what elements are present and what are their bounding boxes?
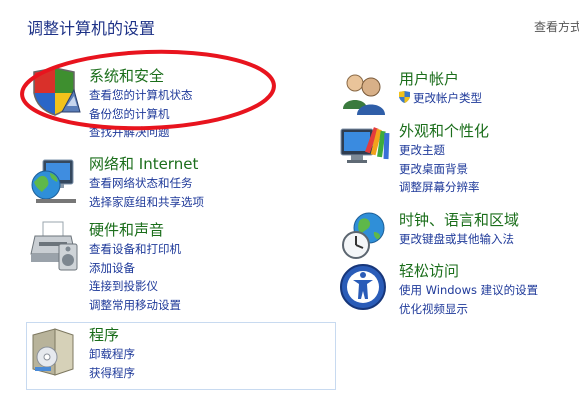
link-devices-printers[interactable]: 查看设备和打印机	[89, 240, 181, 259]
link-network-status[interactable]: 查看网络状态和任务	[89, 174, 204, 193]
category-title-user-accounts[interactable]: 用户帐户	[399, 69, 482, 89]
category-title-system-security[interactable]: 系统和安全	[89, 66, 193, 86]
link-troubleshoot[interactable]: 查找并解决问题	[89, 123, 193, 142]
link-optimize-display[interactable]: 优化视频显示	[399, 300, 538, 319]
category-title-clock-language-region[interactable]: 时钟、语言和区域	[399, 210, 519, 230]
network-globe-icon[interactable]	[29, 154, 81, 206]
clock-globe-icon[interactable]	[339, 210, 391, 262]
ease-of-access-icon[interactable]	[339, 261, 391, 313]
link-change-account-type[interactable]: 更改帐户类型	[399, 89, 482, 108]
page-title: 调整计算机的设置	[27, 19, 156, 38]
appearance-monitor-icon[interactable]	[339, 121, 391, 173]
link-get-programs[interactable]: 获得程序	[89, 364, 135, 383]
category-title-programs[interactable]: 程序	[89, 325, 135, 345]
uac-shield-icon	[399, 91, 410, 103]
link-check-computer-status[interactable]: 查看您的计算机状态	[89, 86, 193, 105]
category-title-ease-of-access[interactable]: 轻松访问	[399, 261, 538, 281]
link-mobility-settings[interactable]: 调整常用移动设置	[89, 296, 181, 315]
link-connect-projector[interactable]: 连接到投影仪	[89, 277, 181, 296]
category-title-network-internet[interactable]: 网络和 Internet	[89, 154, 204, 174]
category-title-appearance[interactable]: 外观和个性化	[399, 121, 489, 141]
users-icon[interactable]	[339, 69, 391, 121]
link-homegroup-sharing[interactable]: 选择家庭组和共享选项	[89, 193, 204, 212]
link-change-theme[interactable]: 更改主题	[399, 141, 489, 160]
shield-icon[interactable]	[29, 66, 81, 118]
link-uninstall-program[interactable]: 卸载程序	[89, 345, 135, 364]
category-title-hardware-sound[interactable]: 硬件和声音	[89, 220, 181, 240]
link-adjust-resolution[interactable]: 调整屏幕分辨率	[399, 178, 489, 197]
link-change-keyboard[interactable]: 更改键盘或其他输入法	[399, 230, 519, 249]
view-by-label[interactable]: 查看方式	[534, 18, 579, 35]
programs-icon[interactable]	[29, 325, 81, 377]
link-add-device[interactable]: 添加设备	[89, 259, 181, 278]
link-backup-computer[interactable]: 备份您的计算机	[89, 105, 193, 124]
printer-icon[interactable]	[29, 220, 81, 272]
link-change-desktop-background[interactable]: 更改桌面背景	[399, 160, 489, 179]
link-use-recommended-settings[interactable]: 使用 Windows 建议的设置	[399, 281, 538, 300]
link-change-account-type-label: 更改帐户类型	[413, 91, 482, 105]
